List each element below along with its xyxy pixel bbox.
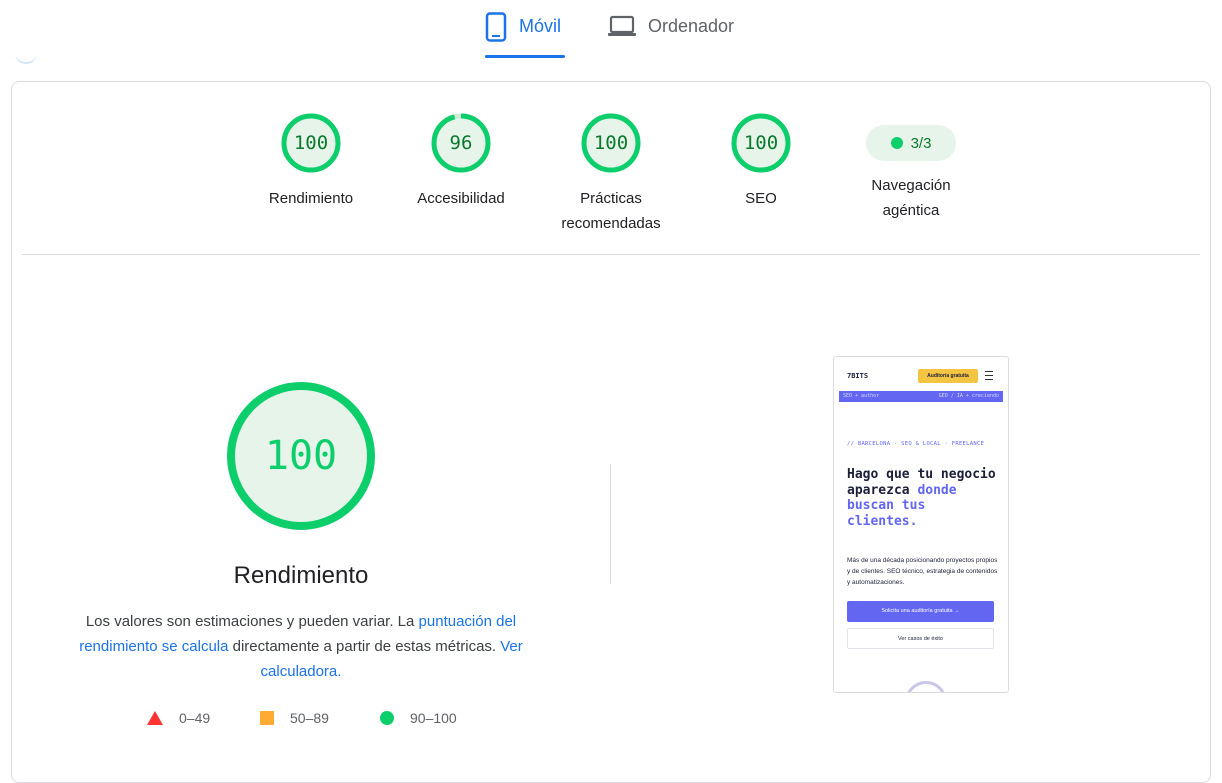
tab-mobile[interactable]: Móvil <box>485 12 561 58</box>
gauge-label-line: recomendadas <box>561 215 661 232</box>
gauge-accessibility[interactable]: 96 Accesibilidad <box>391 112 531 211</box>
agentic-pill-value: 3/3 <box>910 134 932 152</box>
legend-range: 90–100 <box>410 710 457 726</box>
circle-icon <box>380 711 394 725</box>
desc-text: Los valores son estimaciones y pueden va… <box>85 613 419 630</box>
hamburger-menu-icon <box>985 371 993 380</box>
legend-range: 50–89 <box>290 710 329 726</box>
legend-pass: 90–100 <box>380 710 457 726</box>
smartphone-icon <box>485 12 507 42</box>
loading-spinner-fragment <box>15 52 37 64</box>
site-secondary-button: Ver casos de éxito <box>847 628 994 649</box>
site-logo: 7BITS <box>847 372 869 380</box>
gauge-score: 96 <box>449 132 473 154</box>
site-cta-button: Auditoría gratuita <box>918 369 978 383</box>
category-gauges: 100 Rendimiento 96 Accesibilidad 100 Prá… <box>12 112 1210 242</box>
legend-fail: 0–49 <box>147 710 210 726</box>
gauge-label-line: agéntica <box>882 202 940 219</box>
gauge-label-line: Navegación <box>871 177 951 194</box>
site-ticker: SEO + author GEO / IA + creciendo <box>839 391 1003 402</box>
report-card: 100 Rendimiento 96 Accesibilidad 100 Prá… <box>11 81 1211 783</box>
tab-desktop-label: Ordenador <box>648 16 735 36</box>
ticker-right: GEO / IA + creciendo <box>938 393 999 399</box>
site-primary-button: Solicita una auditoría gratuita → <box>847 601 994 622</box>
device-tabs: Móvil Ordenador <box>0 0 1222 60</box>
ticker-left: SEO + author <box>843 393 880 399</box>
agentic-pill: 3/3 <box>866 125 956 161</box>
tab-mobile-label: Móvil <box>519 16 562 36</box>
pass-dot-icon <box>890 137 903 149</box>
gauge-score: 100 <box>293 132 329 154</box>
desc-text: directamente a partir de estas métricas. <box>228 638 501 655</box>
gauge-label-line: Prácticas <box>580 190 642 207</box>
legend-range: 0–49 <box>179 710 211 726</box>
tab-desktop[interactable]: Ordenador <box>608 12 734 58</box>
gauge-label: Accesibilidad <box>417 190 505 207</box>
gauge-best-practices[interactable]: 100 Prácticas recomendadas <box>541 112 681 236</box>
laptop-icon <box>608 15 636 36</box>
gauge-performance[interactable]: 100 Rendimiento <box>241 112 381 211</box>
gauge-label: Prácticas recomendadas <box>541 186 681 236</box>
final-screenshot[interactable]: 7BITS Auditoría gratuita SEO + author GE… <box>833 356 1009 693</box>
score-legend: 0–49 50–89 90–100 <box>147 710 467 730</box>
active-tab-indicator <box>485 55 565 58</box>
gauge-seo[interactable]: 100 SEO <box>691 112 831 211</box>
triangle-icon <box>147 711 163 725</box>
gauges-divider <box>22 254 1200 255</box>
performance-title: Rendimiento <box>233 562 369 589</box>
gauge-score: 100 <box>743 132 779 154</box>
screenshot-page: 7BITS Auditoría gratuita SEO + author GE… <box>839 357 1003 692</box>
gauge-label: Rendimiento <box>268 190 354 207</box>
vertical-divider <box>610 464 611 584</box>
gauge-score: 100 <box>593 132 629 154</box>
performance-description: Los valores son estimaciones y pueden va… <box>72 609 530 684</box>
site-decoration <box>905 681 947 692</box>
legend-average: 50–89 <box>260 710 329 726</box>
gauge-label: SEO <box>745 190 777 207</box>
performance-score: 100 <box>264 433 338 479</box>
site-body-text: Más de una década posicionando proyectos… <box>847 557 998 586</box>
gauge-label: Navegación agéntica <box>841 173 981 223</box>
gauge-agentic-navigation[interactable]: 3/3 Navegación agéntica <box>841 112 981 223</box>
site-kicker: // BARCELONA · SEO & LOCAL · FREELANCE <box>847 441 985 447</box>
square-icon <box>260 711 274 725</box>
site-headline: Hago que tu negocio aparezca donde busca… <box>847 467 997 529</box>
